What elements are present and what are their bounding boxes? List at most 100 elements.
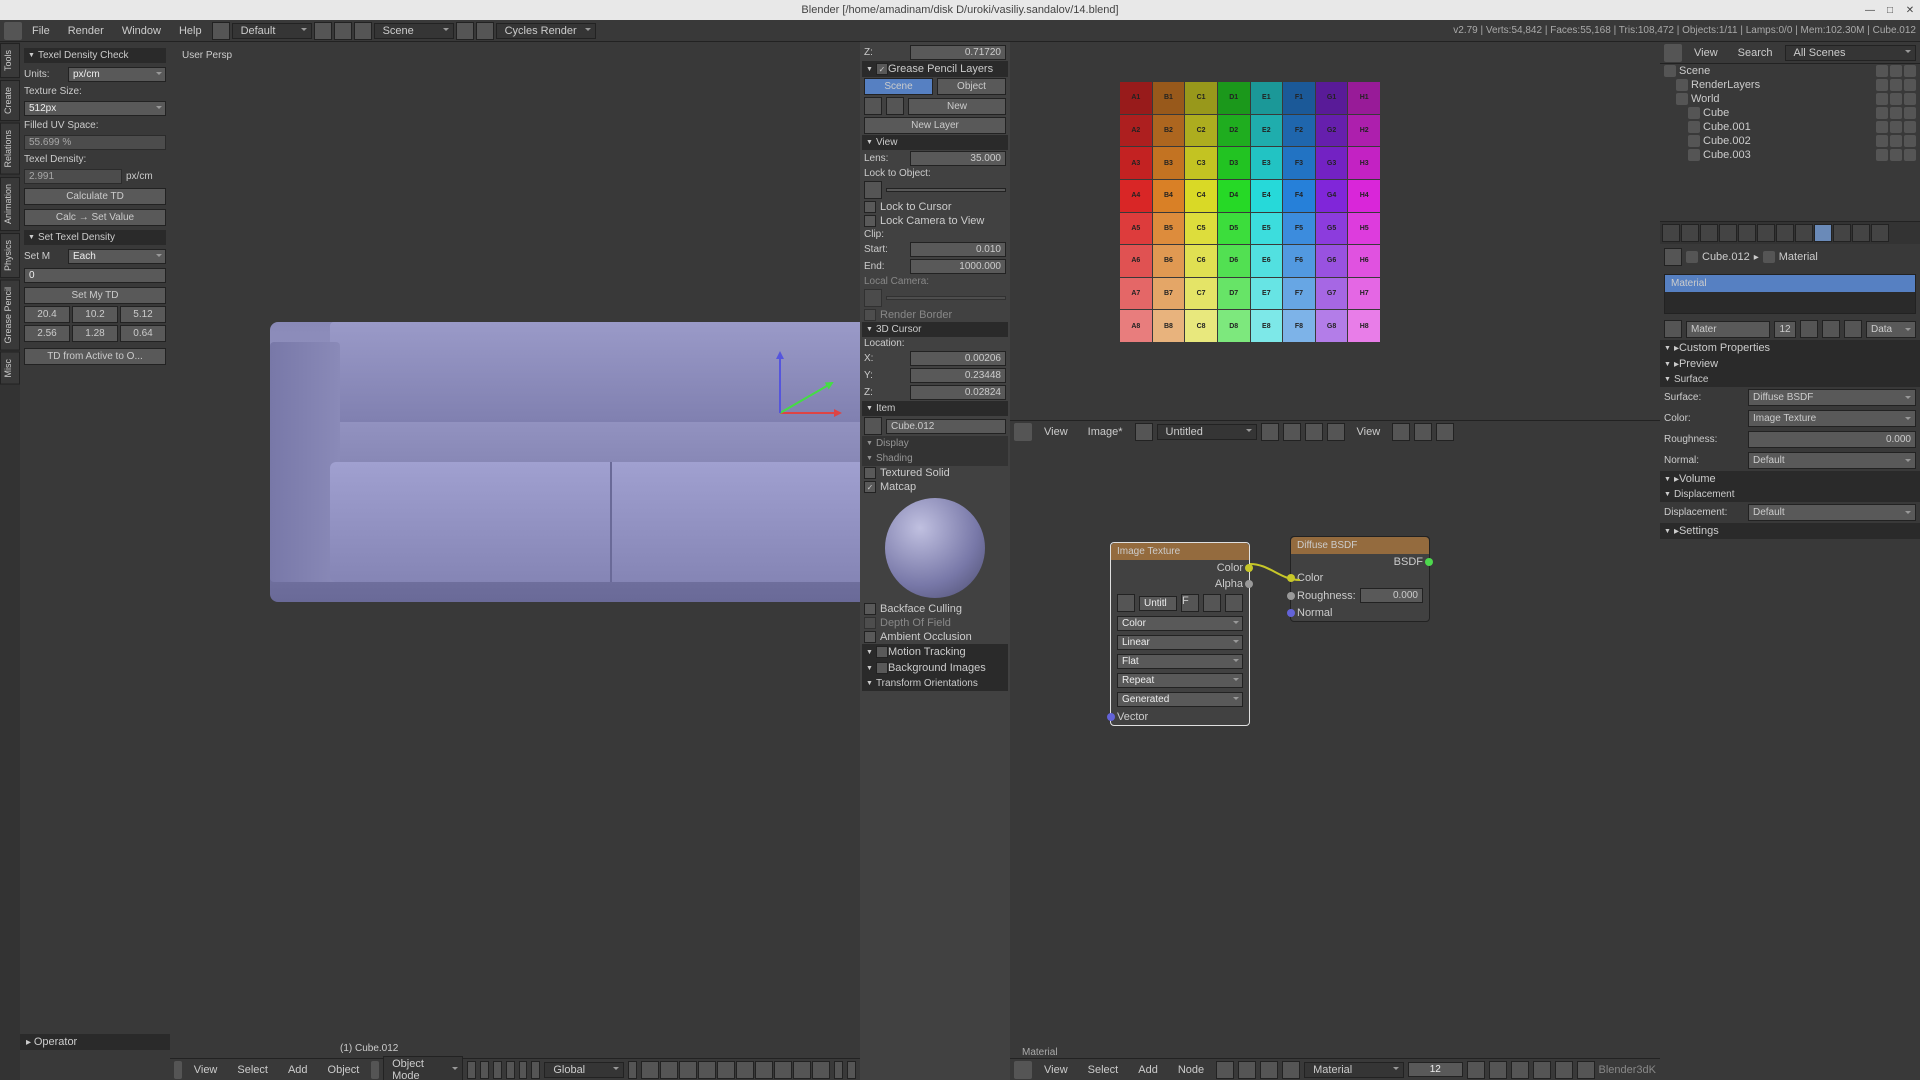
- alpha-socket[interactable]: [1245, 580, 1253, 588]
- outliner-search[interactable]: Search: [1730, 45, 1781, 61]
- settings-header[interactable]: ▸ Settings: [1660, 523, 1920, 539]
- manipulator-icon[interactable]: [493, 1061, 502, 1079]
- normal-select[interactable]: Default: [1748, 452, 1916, 469]
- vector-socket[interactable]: [1107, 713, 1115, 721]
- node-editor[interactable]: Image Texture Color Alpha UntitlF Color …: [1010, 442, 1660, 1080]
- render-vis-icon[interactable]: [1904, 93, 1916, 105]
- select-icon[interactable]: [1890, 93, 1902, 105]
- preset-2[interactable]: 2.56: [24, 325, 70, 342]
- gp-check[interactable]: ✓: [876, 63, 888, 75]
- volume-header[interactable]: ▸ Volume: [1660, 471, 1920, 487]
- tab-relations[interactable]: Relations: [0, 123, 20, 175]
- start-value[interactable]: 0.010: [910, 242, 1006, 257]
- tab-data-icon[interactable]: [1795, 224, 1813, 242]
- outliner-item[interactable]: Cube.001: [1660, 120, 1920, 134]
- eye-icon[interactable]: [1876, 135, 1888, 147]
- uv-image[interactable]: Image*: [1080, 424, 1131, 440]
- lock-object-icon[interactable]: [864, 181, 882, 199]
- preset-1[interactable]: 1.28: [72, 325, 118, 342]
- node-material-select[interactable]: Material: [1304, 1062, 1404, 1078]
- scene-icon[interactable]: [354, 22, 372, 40]
- plus-icon[interactable]: [886, 97, 904, 115]
- color-in-socket[interactable]: [1287, 574, 1295, 582]
- roughness-value[interactable]: 0.000: [1748, 431, 1916, 448]
- render-vis-icon[interactable]: [1904, 79, 1916, 91]
- set-td-header[interactable]: Set Texel Density: [24, 230, 166, 245]
- motion-tracking-header[interactable]: Motion Tracking: [862, 644, 1008, 660]
- uv-image-editor[interactable]: A1B1C1D1E1F1G1H1A2B2C2D2E2F2G2H2A3B3C3D3…: [1010, 42, 1660, 442]
- rotate-icon[interactable]: [519, 1061, 528, 1079]
- menu-window[interactable]: Window: [114, 23, 169, 39]
- add-scene-icon[interactable]: [456, 22, 474, 40]
- editor-type-icon[interactable]: [174, 1061, 182, 1079]
- matcap-check[interactable]: ✓: [864, 481, 876, 493]
- eye-icon[interactable]: [1876, 107, 1888, 119]
- mat-name-field[interactable]: Mater: [1686, 321, 1770, 338]
- img-browse-icon[interactable]: [1117, 594, 1135, 612]
- foot-add[interactable]: Add: [280, 1062, 316, 1078]
- interp-select[interactable]: Linear: [1117, 635, 1243, 650]
- preview-header[interactable]: ▸ Preview: [1660, 356, 1920, 372]
- uv-image-name[interactable]: Untitled: [1157, 424, 1257, 440]
- render-vis-icon[interactable]: [1904, 65, 1916, 77]
- calculate-td-button[interactable]: Calculate TD: [24, 188, 166, 205]
- preset-20[interactable]: 20.4: [24, 306, 70, 323]
- node-editor-icon[interactable]: [1014, 1061, 1032, 1079]
- uv-view[interactable]: View: [1036, 424, 1076, 440]
- eye-icon[interactable]: [1876, 93, 1888, 105]
- uv-browse-icon[interactable]: [1135, 423, 1153, 441]
- colorspace-select[interactable]: Color: [1117, 616, 1243, 631]
- close-icon[interactable]: ✕: [1904, 4, 1916, 16]
- shader-type-icon[interactable]: [1216, 1061, 1234, 1079]
- texel-density-header[interactable]: Texel Density Check: [24, 48, 166, 63]
- cz-value[interactable]: 0.02824: [910, 385, 1006, 400]
- engine-select[interactable]: Cycles Render: [496, 23, 596, 39]
- menu-file[interactable]: File: [24, 23, 58, 39]
- node-select[interactable]: Select: [1080, 1062, 1127, 1078]
- tab-physics[interactable]: Physics: [0, 233, 20, 278]
- tab-world-icon[interactable]: [1719, 224, 1737, 242]
- outliner-icon[interactable]: [1664, 44, 1682, 62]
- eye-icon[interactable]: [1876, 149, 1888, 161]
- td-input[interactable]: 0: [24, 268, 166, 283]
- outliner-item[interactable]: Cube: [1660, 106, 1920, 120]
- mat-list-browse-icon[interactable]: [1664, 320, 1682, 338]
- custom-props-header[interactable]: ▸ Custom Properties: [1660, 340, 1920, 356]
- menu-help[interactable]: Help: [171, 23, 210, 39]
- image-texture-node[interactable]: Image Texture Color Alpha UntitlF Color …: [1110, 542, 1250, 726]
- uv-unlink-icon[interactable]: [1305, 423, 1323, 441]
- world-type-icon[interactable]: [1260, 1061, 1278, 1079]
- node-add[interactable]: Add: [1130, 1062, 1166, 1078]
- tab-tools[interactable]: Tools: [0, 43, 20, 78]
- tab-create[interactable]: Create: [0, 80, 20, 121]
- mode-select[interactable]: Object Mode: [383, 1056, 463, 1080]
- calc-set-value-button[interactable]: Calc → Set Value: [24, 209, 166, 226]
- mat-fake-icon2[interactable]: [1800, 320, 1818, 338]
- texture-size-select[interactable]: 512px: [24, 101, 166, 116]
- bg-images-header[interactable]: Background Images: [862, 660, 1008, 676]
- foot-view[interactable]: View: [186, 1062, 226, 1078]
- set-method-select[interactable]: Each: [68, 249, 166, 264]
- normal-socket[interactable]: [1287, 609, 1295, 617]
- preset-06[interactable]: 0.64: [120, 325, 166, 342]
- set-my-td-button[interactable]: Set My TD: [24, 287, 166, 304]
- tab-layers-icon[interactable]: [1681, 224, 1699, 242]
- use-nodes-icon[interactable]: [1533, 1061, 1551, 1079]
- cx-value[interactable]: 0.00206: [910, 351, 1006, 366]
- blender-icon[interactable]: [4, 22, 22, 40]
- end-value[interactable]: 1000.000: [910, 259, 1006, 274]
- scene-select[interactable]: Scene: [374, 23, 454, 39]
- layout-select[interactable]: Default: [232, 23, 312, 39]
- select-icon[interactable]: [1890, 149, 1902, 161]
- outliner-item[interactable]: RenderLayers: [1660, 78, 1920, 92]
- tab-animation[interactable]: Animation: [0, 177, 20, 231]
- select-icon[interactable]: [1890, 121, 1902, 133]
- gp-object-button[interactable]: Object: [937, 78, 1006, 95]
- mat-fake-icon[interactable]: [1467, 1061, 1485, 1079]
- source-select[interactable]: Generated: [1117, 692, 1243, 707]
- mat-add-icon2[interactable]: [1822, 320, 1840, 338]
- display-header[interactable]: Display: [862, 436, 1008, 451]
- maximize-icon[interactable]: □: [1884, 4, 1896, 16]
- translate-icon[interactable]: [506, 1061, 515, 1079]
- foot-select[interactable]: Select: [229, 1062, 276, 1078]
